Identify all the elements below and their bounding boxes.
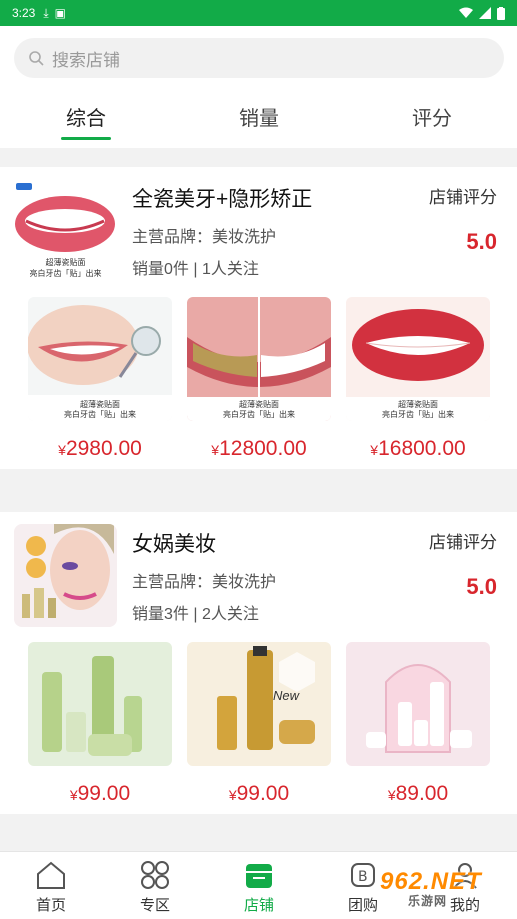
product-price: ¥12800.00 bbox=[211, 437, 307, 460]
shop-logo[interactable] bbox=[14, 524, 117, 627]
shop-logo[interactable]: 超薄瓷贴面 亮白牙齿「贴」出来 bbox=[14, 179, 117, 282]
product-item[interactable]: ¥99.00 bbox=[28, 642, 172, 806]
tab-rating[interactable]: 评分 bbox=[372, 102, 492, 131]
product-price: ¥89.00 bbox=[387, 782, 449, 805]
product-image[interactable]: 超薄瓷贴面 亮白牙齿「贴」出来 bbox=[346, 297, 490, 421]
wifi-icon bbox=[459, 7, 473, 18]
product-image[interactable]: 超薄瓷贴面 亮白牙齿「贴」出来 bbox=[28, 297, 172, 421]
shop-rating-value: 5.0 bbox=[466, 229, 497, 254]
svg-text:B: B bbox=[358, 869, 368, 885]
product-image[interactable] bbox=[28, 642, 172, 766]
download-icon: ⤓ bbox=[43, 5, 49, 20]
nav-home[interactable]: 首页 bbox=[16, 860, 86, 915]
product-caption-2: 亮白牙齿「贴」出来 bbox=[64, 410, 136, 419]
product-item[interactable]: 超薄瓷贴面 亮白牙齿「贴」出来 ¥12800.00 bbox=[187, 297, 331, 461]
shop-rating-label: 店铺评分 bbox=[429, 533, 497, 552]
product-item[interactable]: 超薄瓷贴面 亮白牙齿「贴」出来 ¥16800.00 bbox=[346, 297, 490, 461]
nav-zone[interactable]: 专区 bbox=[120, 860, 190, 915]
product-image[interactable]: 超薄瓷贴面 亮白牙齿「贴」出来 bbox=[187, 297, 331, 421]
logo-caption: 超薄瓷贴面 bbox=[45, 258, 86, 267]
sort-tabs: 综合 销量 评分 bbox=[0, 102, 517, 148]
product-price: ¥99.00 bbox=[228, 782, 290, 805]
shop-brand: 主营品牌：美妆洗护 bbox=[132, 574, 277, 591]
watermark: 962.NET 乐游网 bbox=[380, 868, 482, 908]
shop-rating-value: 5.0 bbox=[466, 574, 497, 599]
header: 搜索店铺 综合 销量 评分 bbox=[0, 26, 517, 148]
product-caption-2: 亮白牙齿「贴」出来 bbox=[382, 410, 454, 419]
shop-name[interactable]: 女娲美妆 bbox=[132, 528, 216, 558]
shop-name[interactable]: 全瓷美牙+隐形矫正 bbox=[132, 183, 312, 213]
product-item[interactable]: ¥89.00 bbox=[346, 642, 490, 806]
tab-sales[interactable]: 销量 bbox=[199, 102, 319, 131]
shop-sales-followers: 销量0件 | 1人关注 bbox=[132, 261, 259, 278]
home-icon bbox=[37, 861, 65, 889]
shop-rating-label: 店铺评分 bbox=[429, 188, 497, 207]
signal-icon bbox=[479, 7, 491, 19]
shop-card[interactable]: 超薄瓷贴面 亮白牙齿「贴」出来 全瓷美牙+隐形矫正 主营品牌：美妆洗护 销量0件… bbox=[0, 167, 517, 469]
shop-card[interactable]: 女娲美妆 主营品牌：美妆洗护 销量3件 | 2人关注 店铺评分 5.0 ¥99.… bbox=[0, 512, 517, 814]
search-input[interactable]: 搜索店铺 bbox=[14, 38, 504, 78]
shop-brand: 主营品牌：美妆洗护 bbox=[132, 229, 277, 246]
product-image[interactable]: New bbox=[187, 642, 331, 766]
status-time: 3:23 bbox=[12, 6, 36, 20]
nav-shop[interactable]: 店铺 bbox=[224, 860, 294, 915]
product-caption-2: 亮白牙齿「贴」出来 bbox=[223, 410, 295, 419]
product-caption: New bbox=[273, 688, 300, 703]
product-price: ¥2980.00 bbox=[58, 437, 142, 460]
store-icon bbox=[246, 864, 272, 888]
product-price: ¥99.00 bbox=[69, 782, 131, 805]
search-placeholder: 搜索店铺 bbox=[52, 50, 120, 70]
product-price: ¥16800.00 bbox=[370, 437, 466, 460]
shop-sales-followers: 销量3件 | 2人关注 bbox=[132, 606, 259, 623]
logo-caption-2: 亮白牙齿「贴」出来 bbox=[29, 269, 102, 278]
grid-icon bbox=[141, 861, 169, 889]
tab-active-indicator bbox=[61, 137, 111, 140]
group-buy-icon: B bbox=[351, 863, 375, 887]
notification-icon: ▣ bbox=[54, 6, 67, 20]
product-image[interactable] bbox=[346, 642, 490, 766]
battery-icon bbox=[497, 6, 505, 20]
product-item[interactable]: 超薄瓷贴面 亮白牙齿「贴」出来 ¥2980.00 bbox=[28, 297, 172, 461]
product-item[interactable]: New ¥99.00 bbox=[187, 642, 331, 806]
search-icon bbox=[29, 51, 44, 66]
tab-comprehensive[interactable]: 综合 bbox=[26, 102, 146, 140]
status-bar: 3:23 ⤓ ▣ bbox=[0, 0, 517, 26]
